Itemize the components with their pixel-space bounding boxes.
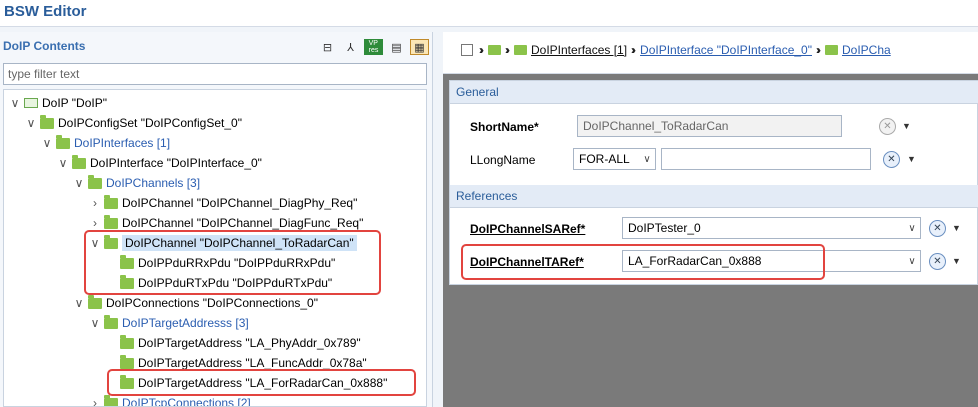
longname-language-select[interactable]: FOR-ALL ∨: [573, 148, 656, 170]
longname-input[interactable]: [661, 148, 871, 170]
vp-res-icon[interactable]: VP res: [364, 39, 383, 55]
folder-icon: [72, 154, 86, 169]
tree-item-label: DoIPInterface "DoIPInterface_0": [90, 156, 262, 170]
collapse-arrow-icon[interactable]: ›: [88, 396, 102, 406]
tree-item-channels[interactable]: ∨ DoIPChannels [3]: [72, 173, 200, 193]
caret-down-icon[interactable]: ▼: [952, 256, 961, 266]
folder-icon: [104, 214, 118, 229]
collapse-arrow-icon[interactable]: ›: [88, 196, 102, 210]
highlight-box-channel: [84, 230, 381, 295]
caret-down-icon[interactable]: ▼: [907, 154, 916, 164]
wrench-icon[interactable]: ✕: [883, 151, 900, 168]
expand-arrow-icon[interactable]: ∨: [24, 116, 38, 130]
hierarchy-icon[interactable]: ⅄: [341, 39, 360, 55]
folder-icon: [104, 314, 118, 329]
expand-arrow-icon[interactable]: ∨: [40, 136, 54, 150]
wrench-icon[interactable]: ✕: [929, 253, 946, 270]
dropdown-arrow-icon[interactable]: ∨: [904, 218, 920, 238]
collapse-all-icon[interactable]: ⊟: [318, 39, 337, 55]
shortname-label: ShortName*: [470, 120, 539, 134]
folder-icon: [120, 334, 134, 349]
expand-arrow-icon[interactable]: ∨: [56, 156, 70, 170]
tree-item-label: DoIP "DoIP": [42, 96, 107, 110]
tree-item-channel-diagphy[interactable]: › DoIPChannel "DoIPChannel_DiagPhy_Req": [88, 193, 357, 213]
caret-down-icon[interactable]: ▼: [902, 121, 911, 131]
folder-icon: [120, 354, 134, 369]
section-references-header[interactable]: References: [450, 185, 978, 208]
module-icon: [24, 98, 38, 108]
expand-arrow-icon[interactable]: ∨: [88, 316, 102, 330]
tree-item-label: DoIPTargetAddress "LA_FuncAddr_0x78a": [138, 356, 367, 370]
contents-header: DoIP Contents: [3, 39, 86, 53]
caret-down-icon[interactable]: ▼: [952, 223, 961, 233]
chevron-icon: ››: [816, 43, 821, 57]
tree-filter-input[interactable]: [3, 63, 427, 85]
collapse-arrow-icon[interactable]: ›: [88, 216, 102, 230]
contents-panel: DoIP Contents ⊟ ⅄ VPres ▤ ▦ ∨ DoIP "DoIP…: [0, 32, 433, 407]
tree-item-label: DoIPConfigSet "DoIPConfigSet_0": [58, 116, 242, 130]
breadcrumb-item-interfaces[interactable]: DoIPInterfaces [1]: [531, 43, 627, 57]
longname-language-value: FOR-ALL: [579, 152, 630, 166]
folder-icon: [104, 194, 118, 209]
wrench-icon[interactable]: ✕: [929, 220, 946, 237]
folder-icon: [40, 114, 54, 129]
grid-icon[interactable]: ▦: [410, 39, 429, 55]
tree-item-targetaddresss[interactable]: ∨ DoIPTargetAddresss [3]: [88, 313, 249, 333]
highlight-box-ta-ref: [461, 244, 825, 280]
tree-item-label: DoIPTargetAddresss [3]: [122, 316, 249, 330]
dropdown-arrow-icon[interactable]: ∨: [639, 149, 655, 169]
wrench-icon[interactable]: ✕: [879, 118, 896, 135]
tree-item-configset[interactable]: ∨ DoIPConfigSet "DoIPConfigSet_0": [24, 113, 242, 133]
sa-ref-label[interactable]: DoIPChannelSARef*: [470, 222, 585, 236]
tree-item-doip[interactable]: ∨ DoIP "DoIP": [8, 93, 107, 113]
breadcrumb: ›› ›› DoIPInterfaces [1] ›› DoIPInterfac…: [443, 32, 978, 74]
square-icon: [461, 44, 473, 56]
tree-item-label: DoIPInterfaces [1]: [74, 136, 171, 150]
sa-ref-select[interactable]: DoIPTester_0 ∨: [622, 217, 921, 239]
breadcrumb-item-channels[interactable]: DoIPCha: [842, 43, 891, 57]
folder-icon: [56, 134, 70, 149]
tree-item-label: DoIPConnections "DoIPConnections_0": [106, 296, 318, 310]
tree-item-label: DoIPChannel "DoIPChannel_DiagPhy_Req": [122, 196, 358, 210]
tree-item-ta-phy[interactable]: DoIPTargetAddress "LA_PhyAddr_0x789": [104, 333, 361, 353]
chevron-icon: ››: [631, 43, 636, 57]
tree-item-connections[interactable]: ∨ DoIPConnections "DoIPConnections_0": [72, 293, 318, 313]
expand-arrow-icon[interactable]: ∨: [8, 96, 22, 110]
chevron-icon: ››: [479, 43, 484, 57]
tree-item-interfaces[interactable]: ∨ DoIPInterfaces [1]: [40, 133, 170, 153]
folder-icon: [825, 45, 838, 55]
expand-arrow-icon[interactable]: ∨: [72, 296, 86, 310]
folder-icon: [488, 45, 501, 55]
title-bar: BSW Editor: [0, 0, 978, 27]
section-general-header[interactable]: General: [450, 81, 978, 104]
tree-item-interface[interactable]: ∨ DoIPInterface "DoIPInterface_0": [56, 153, 262, 173]
expand-arrow-icon[interactable]: ∨: [72, 176, 86, 190]
longname-label: LLongName: [470, 153, 536, 167]
chevron-icon: ››: [505, 43, 510, 57]
document-icon[interactable]: ▤: [387, 39, 406, 55]
shortname-field[interactable]: DoIPChannel_ToRadarCan: [577, 115, 842, 137]
folder-icon: [88, 294, 102, 309]
sa-ref-value: DoIPTester_0: [628, 221, 701, 235]
highlight-box-target-address: [107, 369, 416, 396]
tree-item-label: DoIPTcpConnections [2]: [122, 396, 251, 407]
tree-item-label: DoIPChannel "DoIPChannel_DiagFunc_Req": [122, 216, 364, 230]
dropdown-arrow-icon[interactable]: ∨: [904, 251, 920, 271]
folder-icon: [104, 394, 118, 406]
tree-item-label: DoIPChannels [3]: [106, 176, 201, 190]
folder-icon: [88, 174, 102, 189]
folder-icon: [514, 45, 527, 55]
contents-toolbar: ⊟ ⅄ VP res ▤ ▦: [318, 39, 429, 55]
breadcrumb-item-interface[interactable]: DoIPInterface "DoIPInterface_0": [640, 43, 812, 57]
app-title: BSW Editor: [4, 3, 87, 20]
tree-item-label: DoIPTargetAddress "LA_PhyAddr_0x789": [138, 336, 361, 350]
